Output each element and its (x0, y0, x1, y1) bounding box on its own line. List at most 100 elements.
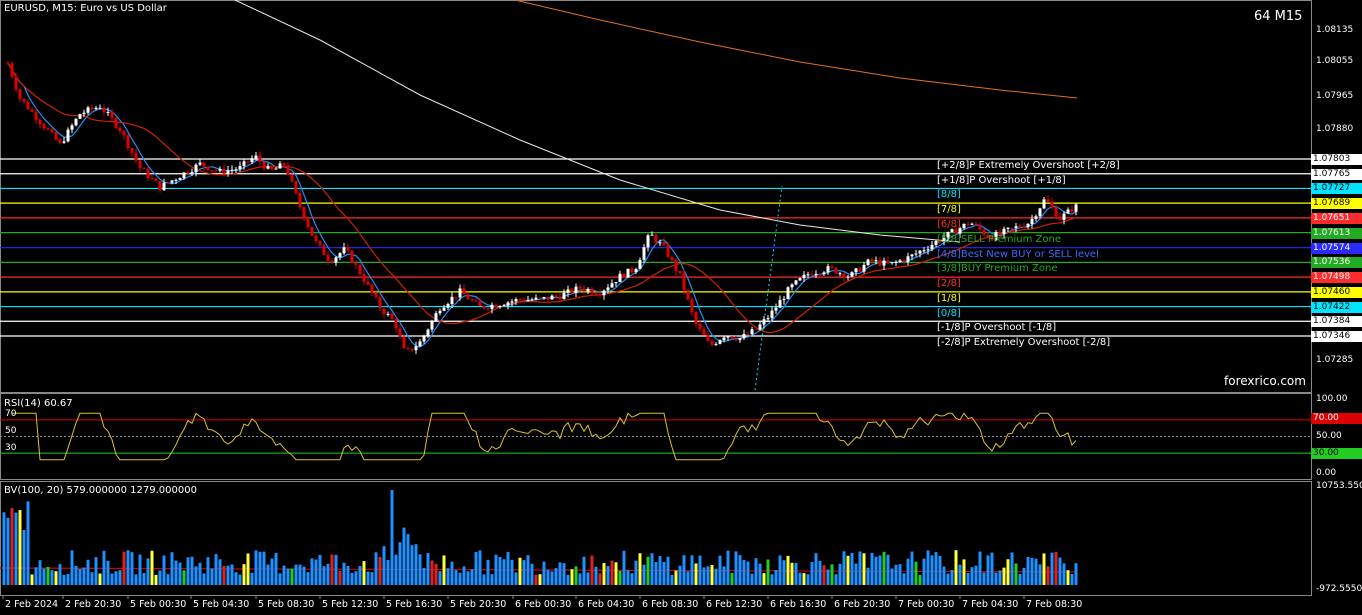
candle-body (430, 320, 434, 330)
volume-bar (22, 529, 26, 585)
volume-bar (678, 565, 682, 585)
volume-bar (102, 550, 106, 585)
volume-bar (862, 553, 866, 585)
volume-bar (2, 512, 6, 585)
candle-body (146, 169, 150, 179)
candle-body (1018, 226, 1022, 228)
time-tick: 2 Feb 2024 (5, 599, 59, 610)
chart-canvas[interactable] (0, 0, 1362, 615)
volume-bar (718, 555, 722, 585)
volume-bar (206, 557, 210, 585)
candles (6, 60, 1078, 354)
candle-body (614, 282, 618, 284)
candle-body (38, 119, 42, 125)
volume-bar (942, 566, 946, 585)
price-tick: 1.07498 (1311, 272, 1362, 284)
candle-body (278, 163, 282, 169)
volume-bar (818, 560, 822, 585)
volume-bar (746, 561, 750, 585)
candle-body (42, 124, 46, 129)
price-tick: 1.07651 (1311, 212, 1362, 224)
price-tick: 1.08135 (1316, 25, 1354, 36)
volume-bar (686, 571, 690, 585)
panel-frame (0, 0, 1312, 393)
candle-body (634, 268, 638, 273)
candle-body (514, 299, 518, 302)
candle-body (858, 268, 862, 272)
candle-body (186, 172, 190, 174)
volume-bar (362, 561, 366, 585)
volume-bar (762, 573, 766, 585)
volume-bar (202, 573, 206, 585)
candle-body (842, 273, 846, 278)
volume-bar (358, 566, 362, 585)
candle-body (914, 253, 918, 255)
candle-body (570, 289, 574, 293)
candle-body (18, 89, 22, 99)
volume-bar (914, 561, 918, 585)
candle-body (1074, 204, 1078, 212)
candle-body (274, 168, 278, 170)
candle-body (662, 242, 666, 245)
candle-body (1010, 227, 1014, 229)
volume-bar (842, 551, 846, 585)
volume-bar (598, 573, 602, 585)
candle-body (302, 207, 306, 219)
candle-body (626, 268, 630, 278)
volume-bar (26, 501, 30, 585)
volume-bar (486, 559, 490, 585)
volume-bar (286, 568, 290, 585)
volume-bar (126, 550, 130, 585)
volume-bar (410, 545, 414, 585)
candle-body (446, 304, 450, 308)
volume-bar (214, 554, 218, 585)
volume-bar (146, 558, 150, 585)
volume-bar (1046, 566, 1050, 585)
volume-bar (834, 574, 838, 585)
volume-bar (254, 550, 258, 585)
volume-bar (890, 568, 894, 585)
time-tick: 5 Feb 08:30 (258, 599, 315, 610)
candle-body (578, 286, 582, 289)
volume-bar (1070, 573, 1074, 585)
price-tick: 1.07880 (1316, 124, 1354, 135)
volume-bar (462, 566, 466, 585)
candle-body (510, 301, 514, 303)
candle-body (554, 295, 558, 297)
murrey-label: [-1/8]P Overshoot [-1/8] (937, 322, 1057, 334)
volume-bar (730, 572, 734, 585)
volume-bar (342, 562, 346, 585)
candle-body (638, 259, 642, 269)
candle-body (306, 218, 310, 227)
panel-frames (0, 0, 1312, 599)
candle-body (530, 299, 534, 301)
candle-body (258, 155, 262, 162)
volume-bar (1030, 557, 1034, 585)
volume-bar (886, 554, 890, 585)
candle-body (346, 247, 350, 251)
volume-bar (174, 560, 178, 585)
volume-bar (706, 566, 710, 585)
volume-bar (34, 567, 38, 585)
rsi-axis-70: 70.00 (1311, 413, 1362, 424)
volume-bar (190, 556, 194, 585)
volume-bar (978, 551, 982, 585)
volume-bar (822, 565, 826, 585)
volume-bar (966, 572, 970, 585)
volume-bar (674, 570, 678, 585)
volume-bar (94, 557, 98, 585)
candle-body (206, 166, 210, 171)
volume-bar (878, 555, 882, 585)
candle-body (262, 161, 266, 169)
volume-bar (586, 572, 590, 585)
time-tick: 5 Feb 00:30 (130, 599, 187, 610)
candle-body (526, 299, 530, 302)
candle-body (754, 329, 758, 331)
volume-bar (906, 558, 910, 585)
volume-bar (614, 562, 618, 585)
volume-bar (310, 558, 314, 585)
candle-body (106, 111, 110, 113)
volume-bar (470, 569, 474, 585)
time-tick: 5 Feb 20:30 (450, 599, 507, 610)
candle-body (778, 300, 782, 308)
